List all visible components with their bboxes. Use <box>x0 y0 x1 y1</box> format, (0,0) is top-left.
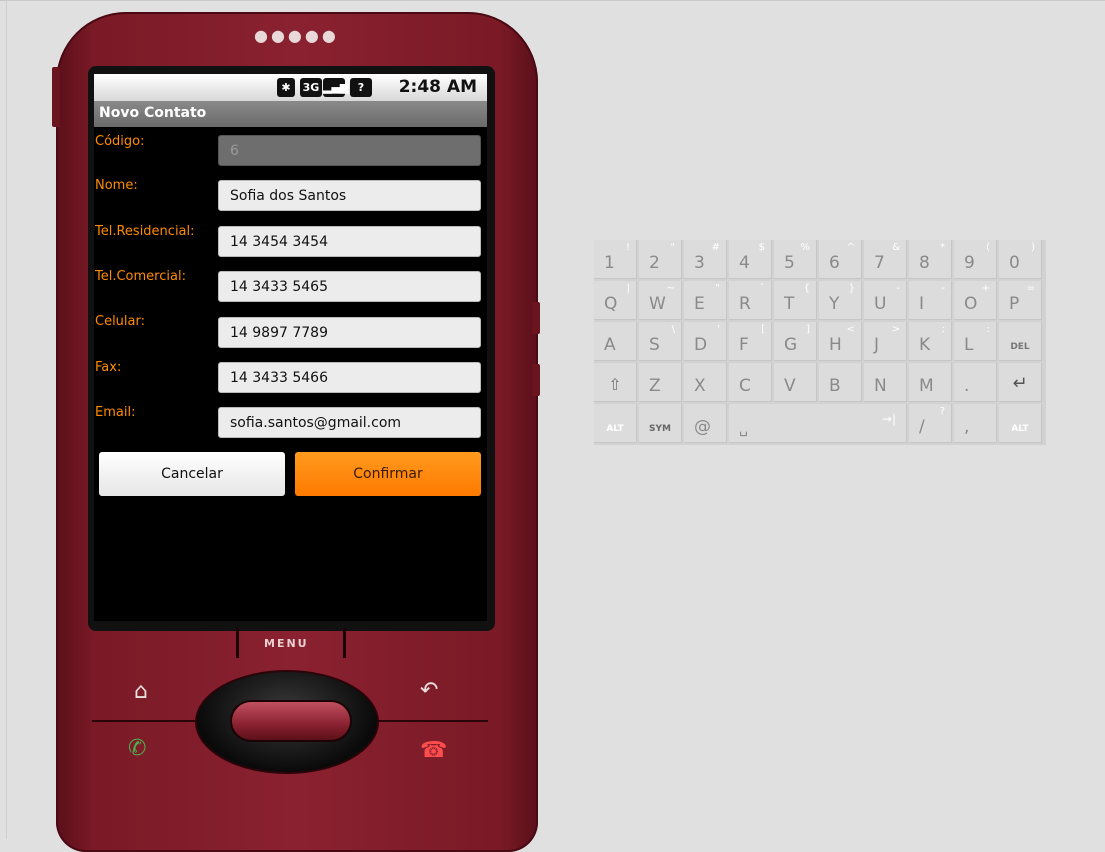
key-slash[interactable]: /? <box>909 404 952 443</box>
key-h[interactable]: H < <box>819 322 862 361</box>
key-x[interactable]: X <box>684 363 727 402</box>
email-field[interactable]: sofia.santos@gmail.com <box>218 407 481 438</box>
side-button-left <box>52 67 60 127</box>
divider-right <box>372 720 488 722</box>
title-bar: Novo Contato <box>94 101 487 127</box>
back-icon[interactable]: ↶ <box>420 680 438 702</box>
call-icon[interactable]: ✆ <box>128 738 146 760</box>
trackball[interactable] <box>232 702 350 740</box>
window-left-border <box>6 0 7 839</box>
key-e[interactable]: E " <box>684 281 727 320</box>
speaker-grille: ●●●●● <box>254 26 339 45</box>
key-m[interactable]: M <box>909 363 952 402</box>
divider-left <box>92 720 202 722</box>
volume-up-button[interactable] <box>532 302 540 334</box>
label-email: Email: <box>95 405 136 420</box>
codigo-field: 6 <box>218 135 481 166</box>
key-a[interactable]: A <box>594 322 637 361</box>
bluetooth-icon: ✱ <box>277 78 295 97</box>
menu-divider-left <box>236 628 239 658</box>
key-p[interactable]: P = <box>999 281 1042 320</box>
key-9[interactable]: 9( <box>954 240 997 279</box>
key-n[interactable]: N <box>864 363 907 402</box>
key-o[interactable]: O + <box>954 281 997 320</box>
key-alt-left[interactable]: ALT <box>594 404 637 443</box>
signal-icon: ▂▄▆ <box>323 78 348 97</box>
key-delete[interactable]: DEL <box>999 322 1042 361</box>
key-0[interactable]: 0) <box>999 240 1042 279</box>
key-period[interactable]: . <box>954 363 997 402</box>
virtual-keyboard: 1! 2 " 3 # 4 $ 5% 6 ^ 7 & 8 * 9( 0) Q | W ~ E " R… <box>594 240 1046 445</box>
celular-field[interactable]: 14 9897 7789 <box>218 317 481 348</box>
key-v[interactable]: V <box>774 363 817 402</box>
key-j[interactable]: J > <box>864 322 907 361</box>
label-fax: Fax: <box>95 360 122 375</box>
label-tel-comercial: Tel.Comercial: <box>95 269 186 284</box>
fax-field[interactable]: 14 3433 5466 <box>218 362 481 393</box>
key-c[interactable]: C <box>729 363 772 402</box>
key-u[interactable]: U- <box>864 281 907 320</box>
screen-title: Novo Contato <box>99 105 207 121</box>
label-nome: Nome: <box>95 178 138 193</box>
key-7[interactable]: 7 & <box>864 240 907 279</box>
key-k[interactable]: K; <box>909 322 952 361</box>
nome-field[interactable]: Sofia dos Santos <box>218 180 481 211</box>
key-w[interactable]: W ~ <box>639 281 682 320</box>
key-l[interactable]: L: <box>954 322 997 361</box>
key-sym[interactable]: SYM <box>639 404 682 443</box>
cancel-button[interactable]: Cancelar <box>99 452 285 496</box>
key-5[interactable]: 5% <box>774 240 817 279</box>
end-call-icon[interactable]: ☎ <box>420 740 447 762</box>
key-8[interactable]: 8 * <box>909 240 952 279</box>
key-alt-right[interactable]: ALT <box>999 404 1042 443</box>
label-codigo: Código: <box>95 134 145 149</box>
battery-icon: ? <box>350 78 372 97</box>
tel-residencial-field[interactable]: 14 3454 3454 <box>218 226 481 257</box>
key-space[interactable]: ␣ →| <box>729 404 907 443</box>
key-shift[interactable]: ⇧ <box>594 363 637 402</box>
key-t[interactable]: T{ <box>774 281 817 320</box>
home-icon[interactable]: ⌂ <box>134 681 148 703</box>
key-f[interactable]: F[ <box>729 322 772 361</box>
volume-down-button[interactable] <box>532 364 540 396</box>
key-b[interactable]: B <box>819 363 862 402</box>
key-4[interactable]: 4 $ <box>729 240 772 279</box>
key-q[interactable]: Q | <box>594 281 637 320</box>
key-i[interactable]: I- <box>909 281 952 320</box>
key-r[interactable]: R ` <box>729 281 772 320</box>
menu-divider-right <box>343 628 346 658</box>
key-at[interactable]: @ <box>684 404 727 443</box>
3g-icon: 3G <box>300 78 322 97</box>
key-y[interactable]: Y} <box>819 281 862 320</box>
key-enter[interactable]: ↵ <box>999 363 1042 402</box>
key-g[interactable]: G] <box>774 322 817 361</box>
label-celular: Celular: <box>95 314 146 329</box>
key-1[interactable]: 1! <box>594 240 637 279</box>
phone-screen: ✱ 3G ▂▄▆ ? 2:48 AM Novo Contato Código: … <box>94 74 487 621</box>
menu-button[interactable]: MENU <box>264 637 309 650</box>
confirm-button[interactable]: Confirmar <box>295 452 481 496</box>
key-z[interactable]: Z <box>639 363 682 402</box>
key-comma[interactable]: , <box>954 404 997 443</box>
label-tel-residencial: Tel.Residencial: <box>95 224 195 239</box>
status-time: 2:48 AM <box>398 77 477 97</box>
key-6[interactable]: 6 ^ <box>819 240 862 279</box>
key-2[interactable]: 2 " <box>639 240 682 279</box>
key-d[interactable]: D ' <box>684 322 727 361</box>
key-s[interactable]: S \ <box>639 322 682 361</box>
tel-comercial-field[interactable]: 14 3433 5465 <box>218 271 481 302</box>
key-3[interactable]: 3 # <box>684 240 727 279</box>
status-bar: ✱ 3G ▂▄▆ ? 2:48 AM <box>94 74 487 101</box>
window-top-border <box>0 0 1105 1</box>
